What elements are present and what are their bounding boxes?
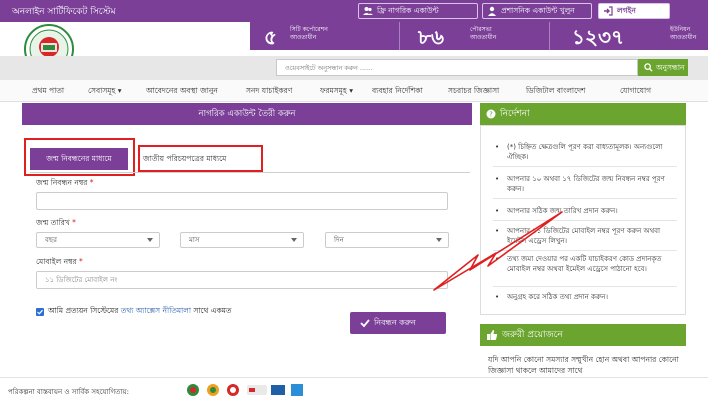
admin-account-button[interactable]: প্রশাসনিক একাউন্ট খুলুন [482,3,592,19]
search-button-label: অনুসন্ধান [656,63,685,72]
tab-divider [30,172,470,173]
question-circle-icon: ? [486,109,496,119]
birth-reg-label: জন্ম নিবন্ধন নম্বর * [36,178,94,187]
footer-text: পরিকল্পনা বাস্তবায়ন ও সার্বিক সহযোগিতায… [8,388,129,396]
day-select[interactable]: দিন [325,232,449,248]
urgent-text: যদি আপনি কোনো সমস্যার সম্মুখীন হোন অথবা … [488,355,679,375]
chevron-down-icon [147,238,153,242]
nav-digital-bangladesh[interactable]: ডিজিটাল বাংলাদেশ [526,86,586,98]
stat-city-corporation: ৫ সিটি কর্পোরেশন আওতাধীন [250,22,400,50]
instruction-divider [493,198,677,199]
stat-union: ১২৩৭ ইউনিয়ন আওতাধীন [550,22,708,50]
search-input[interactable] [276,59,638,76]
instruction-divider [493,166,677,167]
partner-logo-icon [291,384,303,396]
instruction-item: • আপনার ১০ অথবা ১৭ ডিজিটের জন্ম নিবন্ধন ন… [495,175,665,193]
user-icon [488,6,496,16]
search-icon [644,63,653,72]
mobile-input[interactable]: ১১ ডিজিটের মোবাইল নং [36,271,448,289]
instruction-item: • অনুগ্রহ করে সঠিক তথ্য প্রদান করুন। [495,293,608,301]
search-row: অনুসন্ধান [0,56,708,80]
partner-logo-icon [247,385,267,395]
terms-label: আমি প্রত্যয়ন সিস্টেমের তথ্য অ্যাক্সেস ন… [48,306,232,315]
nav-application-status[interactable]: আবেদনের অবস্থা জানুন [146,86,218,98]
site-title: অনলাইন সার্টিফিকেট সিস্টেম [12,7,116,17]
search-button[interactable]: অনুসন্ধান [638,59,688,76]
login-label: লগইন [617,6,636,15]
urgent-title: জরুরী প্রয়োজনে [502,330,563,340]
submit-label: নিবন্ধন করুন [374,318,416,327]
stat-municipality: ৮৬ পৌরসভা আওতাধীন [400,22,550,50]
stat-number: ৫ [264,25,277,49]
stat-number: ১২৩৭ [572,25,624,49]
check-icon [37,309,43,315]
stat-label: ইউনিয়ন আওতাধীন [670,26,697,41]
instruction-item: • আপনার সঠিক জন্ম তারিখ প্রদান করুন। [495,207,618,215]
login-button[interactable]: লগইন [598,3,670,19]
register-submit-button[interactable]: নিবন্ধন করুন [350,312,446,334]
stat-label: সিটি কর্পোরেশন আওতাধীন [290,26,328,41]
highlight-box [24,138,135,176]
mobile-label: মোবাইল নম্বর * [36,257,83,266]
urgent-header: জরুরী প্রয়োজনে [480,324,686,346]
chevron-down-icon [436,238,442,242]
footer: পরিকল্পনা বাস্তবায়ন ও সার্বিক সহযোগিতায… [0,377,708,400]
instruction-item: • তথ্য জমা দেওয়ার পর একটি যাচাইকরণ কোড প… [495,255,662,273]
sign-in-icon [604,6,613,16]
main-nav: প্রথম পাতা সেবাসমূহ ▾ আবেদনের অবস্থা জান… [0,80,708,102]
terms-link[interactable]: তথ্য অ্যাক্সেস নীতিমালা [121,306,191,315]
instructions-title: নির্দেশনা [500,109,530,119]
nav-user-guide[interactable]: ব্যবহার নির্দেশিকা [372,86,423,98]
nav-contact[interactable]: যোগাযোগ [620,86,651,98]
partner-logo-icon [271,385,285,395]
partner-logo-icon [227,384,239,396]
month-select[interactable]: মাস [180,232,304,248]
instruction-item: • (*) চিহ্নিত ক্ষেত্রগুলি পূরণ করা বাধ্যত… [495,143,663,161]
top-bar: অনলাইন সার্টিফিকেট সিস্টেম ফ্রি নাগরিক এ… [0,0,708,22]
partner-logo-icon [207,384,219,396]
nav-forms[interactable]: ফরমসমূহ ▾ [320,86,353,98]
partner-logo-icon [187,384,199,396]
year-select[interactable]: বছর [36,232,160,248]
stat-number: ৮৬ [418,25,444,49]
stats-banner: ৫ সিটি কর্পোরেশন আওতাধীন ৮৬ পৌরসভা আওতাধীন… [250,22,708,50]
svg-text:?: ? [489,111,493,119]
nav-faq[interactable]: সচরাচর জিজ্ঞাসা [448,86,499,98]
instruction-divider [493,286,677,287]
stat-label: পৌরসভা আওতাধীন [470,26,497,41]
tab-national-id[interactable]: জাতীয় পরিচয়পত্রের মাধ্যমে [138,145,263,172]
chevron-down-icon [291,238,297,242]
citizen-account-label: ফ্রি নাগরিক একাউন্ট [377,6,439,15]
nav-services[interactable]: সেবাসমূহ ▾ [88,86,122,98]
instruction-item: • আপনার ১১ ডিজিটের মোবাইল নম্বর পূরণ করুন… [495,227,661,245]
instruction-divider [493,250,677,251]
nav-certificate-verification[interactable]: সনদ যাচাইকরণ [246,86,292,98]
dob-label: জন্ম তারিখ * [36,218,76,227]
terms-checkbox[interactable] [36,308,44,316]
instructions-box: • (*) চিহ্নিত ক্ষেত্রগুলি পূরণ করা বাধ্যত… [480,125,686,315]
instructions-header: ? নির্দেশনা [480,103,686,125]
citizen-account-button[interactable]: ফ্রি নাগরিক একাউন্ট [358,3,478,19]
users-icon [363,7,373,15]
check-icon [360,319,370,328]
nav-home[interactable]: প্রথম পাতা [32,86,64,98]
thumbs-up-icon [487,330,498,340]
form-header: নাগরিক একাউন্ট তৈরী করুন [22,103,472,125]
birth-reg-input[interactable] [36,192,448,210]
instruction-divider [493,220,677,221]
admin-account-label: প্রশাসনিক একাউন্ট খুলুন [501,6,575,15]
